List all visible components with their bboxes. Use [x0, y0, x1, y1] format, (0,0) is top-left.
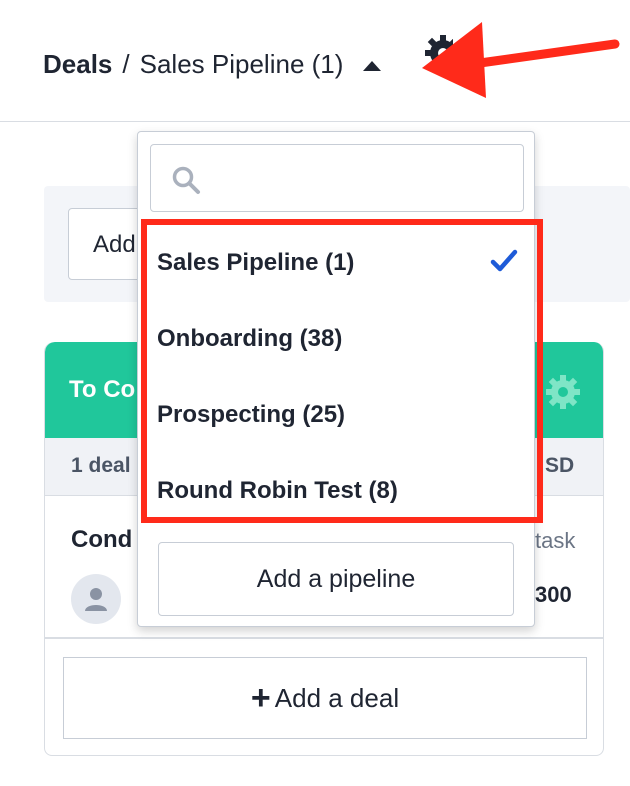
- page: Deals / Sales Pipeline (1) Add To Co 1 d…: [0, 0, 630, 786]
- stage-settings-gear-icon[interactable]: [545, 374, 581, 410]
- annotation-highlight-box: [141, 219, 543, 523]
- user-icon: [85, 588, 107, 611]
- add-pipeline-button[interactable]: Add a pipeline: [158, 542, 514, 616]
- annotation-arrow: [422, 22, 620, 98]
- breadcrumb-deals-link[interactable]: Deals: [43, 48, 112, 80]
- deal-card-value: 300: [535, 582, 572, 607]
- add-deal-label: Add a deal: [274, 682, 400, 713]
- breadcrumb-separator: /: [122, 49, 130, 79]
- pipeline-search-input[interactable]: [209, 157, 509, 199]
- deal-count: 1 deal: [71, 454, 131, 477]
- pipeline-search[interactable]: [150, 144, 524, 212]
- avatar: [71, 574, 121, 624]
- add-deal-container: + Add a deal: [44, 638, 604, 756]
- stage-currency: SD: [545, 454, 575, 477]
- deal-card-task[interactable]: task: [535, 528, 575, 554]
- breadcrumb: Deals / Sales Pipeline (1): [43, 48, 382, 80]
- pipeline-selector[interactable]: Sales Pipeline (1): [140, 48, 344, 80]
- search-icon: [172, 166, 200, 194]
- plus-icon: +: [250, 679, 271, 717]
- caret-up-icon[interactable]: [363, 61, 382, 71]
- deal-card-title[interactable]: Cond: [71, 526, 132, 554]
- add-deal-button[interactable]: + Add a deal: [63, 657, 587, 739]
- add-button[interactable]: Add: [68, 208, 148, 280]
- stage-title: To Co: [69, 376, 136, 403]
